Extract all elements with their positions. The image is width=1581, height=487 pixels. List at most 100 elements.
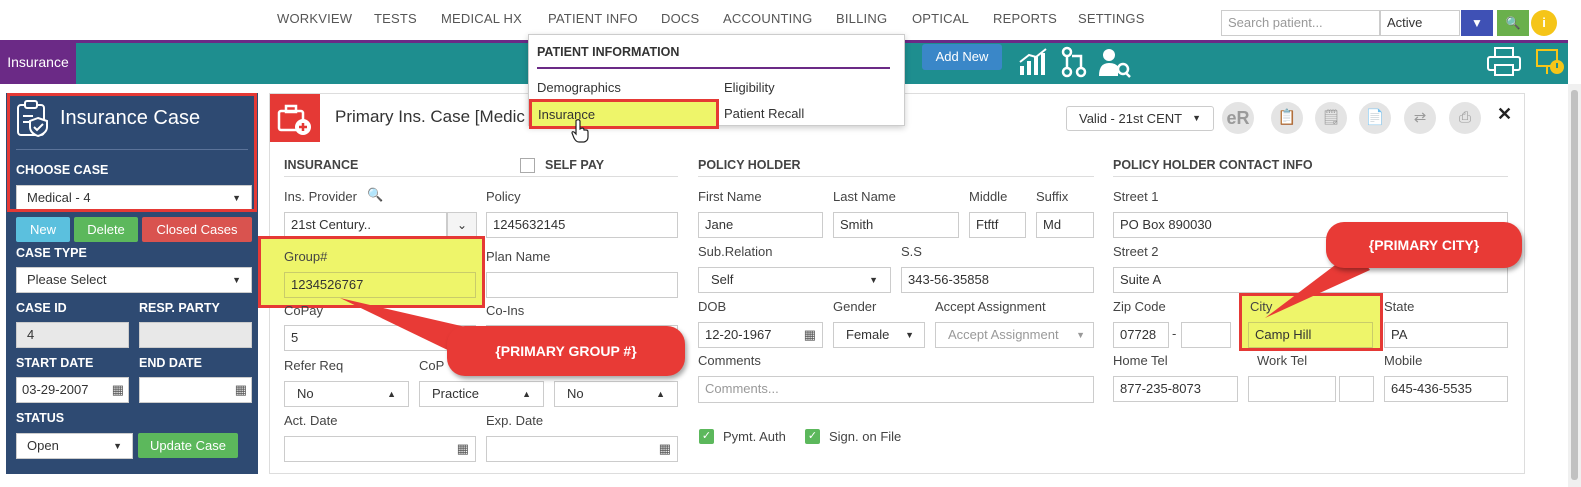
- close-icon[interactable]: ✕: [1497, 104, 1512, 125]
- accept-assignment-select[interactable]: Accept Assignment ▼: [935, 322, 1094, 348]
- status-dropdown-button[interactable]: ▼: [1461, 10, 1493, 36]
- branch-icon[interactable]: [1060, 46, 1088, 78]
- calendar-icon[interactable]: ▦: [659, 437, 671, 461]
- printer-icon[interactable]: [1486, 46, 1522, 78]
- info-icon[interactable]: i: [1531, 10, 1557, 36]
- search-icon[interactable]: 🔍: [367, 187, 383, 203]
- comments-textarea[interactable]: Comments...: [698, 376, 1094, 403]
- status-select[interactable]: Open ▼: [16, 433, 133, 459]
- add-new-button[interactable]: Add New: [922, 44, 1002, 70]
- state-field[interactable]: PA: [1384, 322, 1508, 348]
- first-name-field[interactable]: Jane: [698, 212, 823, 238]
- notepad-icon[interactable]: 🗒: [1315, 102, 1347, 134]
- middle-field[interactable]: Ftftf: [969, 212, 1026, 238]
- ins-provider-field[interactable]: 21st Century..: [284, 212, 447, 238]
- zip-ext-field[interactable]: [1181, 322, 1231, 348]
- ss-label: S.S: [901, 244, 922, 259]
- zip-dash: -: [1172, 326, 1177, 341]
- eligibility-status-select[interactable]: Valid - 21st CENT ▼: [1066, 106, 1214, 131]
- status-label: STATUS: [16, 411, 65, 425]
- practice-select[interactable]: Practice ▲: [419, 381, 544, 407]
- delete-case-button[interactable]: Delete: [74, 217, 138, 242]
- mobile-field[interactable]: 645-436-5535: [1384, 376, 1508, 402]
- state-label: State: [1384, 299, 1415, 314]
- nav-workview[interactable]: WORKVIEW: [277, 11, 352, 26]
- insurance-tab[interactable]: Insurance: [0, 40, 76, 84]
- menu-item-demographics[interactable]: Demographics: [537, 80, 621, 95]
- primary-city-callout: {PRIMARY CITY}: [1326, 222, 1522, 268]
- nav-optical[interactable]: OPTICAL: [912, 11, 969, 26]
- print-icon[interactable]: ⎙: [1449, 102, 1481, 134]
- ss-field[interactable]: 343-56-35858: [901, 267, 1094, 293]
- cop-no-value: No: [567, 386, 584, 401]
- menu-item-patient-recall[interactable]: Patient Recall: [724, 106, 804, 121]
- chart-icon[interactable]: [1017, 46, 1049, 78]
- policy-label: Policy: [486, 189, 521, 204]
- patient-search-input[interactable]: Search patient...: [1221, 10, 1380, 36]
- update-case-button[interactable]: Update Case: [138, 433, 238, 458]
- work-ext-field[interactable]: [1339, 376, 1374, 402]
- pymt-auth-checkbox[interactable]: ✓: [699, 429, 714, 444]
- case-type-select[interactable]: Please Select ▼: [16, 267, 252, 293]
- case-id-label: CASE ID: [16, 301, 67, 315]
- work-tel-field[interactable]: [1248, 376, 1336, 402]
- group-label: Group#: [284, 249, 328, 264]
- calendar-icon[interactable]: ▦: [112, 378, 124, 402]
- zip-code-field[interactable]: 07728: [1113, 322, 1169, 348]
- dob-input[interactable]: 12-20-1967 ▦: [698, 322, 823, 348]
- calendar-icon[interactable]: ▦: [804, 323, 816, 347]
- menu-item-eligibility[interactable]: Eligibility: [724, 80, 775, 95]
- nav-docs[interactable]: DOCS: [661, 11, 699, 26]
- suffix-field[interactable]: Md: [1036, 212, 1094, 238]
- nav-billing[interactable]: BILLING: [836, 11, 887, 26]
- nav-accounting[interactable]: ACCOUNTING: [723, 11, 812, 26]
- chevron-down-icon[interactable]: ⌄: [447, 212, 477, 238]
- gender-select[interactable]: Female ▼: [833, 322, 925, 348]
- cop-no-select[interactable]: No ▲: [554, 381, 678, 407]
- swap-icon[interactable]: ⇄: [1404, 102, 1436, 134]
- group-field[interactable]: 1234526767: [284, 272, 476, 298]
- scrollbar-thumb[interactable]: [1571, 90, 1578, 480]
- sign-on-file-checkbox[interactable]: ✓: [805, 429, 820, 444]
- refer-req-label: Refer Req: [284, 358, 344, 373]
- user-search-icon[interactable]: [1098, 46, 1132, 78]
- documents-icon[interactable]: 📄: [1359, 102, 1391, 134]
- new-case-button[interactable]: New: [16, 217, 70, 242]
- caret-down-icon: ▼: [1192, 113, 1201, 123]
- er-button[interactable]: eR: [1222, 102, 1254, 134]
- menu-item-insurance[interactable]: Insurance: [529, 99, 719, 129]
- gender-value: Female: [846, 327, 890, 342]
- clipboard-icon[interactable]: 📋: [1271, 102, 1303, 134]
- nav-tests[interactable]: TESTS: [374, 11, 417, 26]
- start-date-input[interactable]: 03-29-2007 ▦: [16, 377, 129, 403]
- end-date-input[interactable]: ▦: [139, 377, 252, 403]
- case-title: Primary Ins. Case [Medic: [335, 107, 525, 126]
- last-name-field[interactable]: Smith: [833, 212, 959, 238]
- calendar-icon[interactable]: ▦: [457, 437, 469, 461]
- sub-relation-select[interactable]: Self ▼: [698, 267, 891, 293]
- calendar-icon[interactable]: ▦: [235, 378, 247, 402]
- act-date-input[interactable]: ▦: [284, 436, 476, 462]
- refer-req-select[interactable]: No ▲: [284, 381, 409, 407]
- case-id-field: 4: [16, 322, 129, 348]
- accept-assignment-value: Accept Assignment: [948, 327, 1059, 342]
- alert-clock-icon[interactable]: [1534, 46, 1566, 78]
- search-button[interactable]: 🔍: [1497, 10, 1529, 36]
- sub-relation-value: Self: [711, 272, 734, 287]
- vertical-scrollbar[interactable]: [1568, 84, 1581, 487]
- nav-settings[interactable]: SETTINGS: [1078, 11, 1145, 26]
- caret-down-icon: ▼: [905, 330, 914, 340]
- nav-medical-hx[interactable]: MEDICAL HX: [441, 11, 522, 26]
- closed-cases-button[interactable]: Closed Cases: [142, 217, 252, 242]
- city-field[interactable]: Camp Hill: [1248, 322, 1373, 348]
- exp-date-input[interactable]: ▦: [486, 436, 678, 462]
- refer-req-value: No: [297, 386, 314, 401]
- plan-name-field[interactable]: [486, 272, 678, 298]
- home-tel-field[interactable]: 877-235-8073: [1113, 376, 1238, 402]
- patient-status-select[interactable]: Active: [1380, 10, 1460, 36]
- self-pay-checkbox[interactable]: [520, 158, 535, 173]
- policy-field[interactable]: 1245632145: [486, 212, 678, 238]
- case-header-badge: [270, 94, 320, 142]
- policy-holder-divider: [698, 176, 1094, 177]
- nav-reports[interactable]: REPORTS: [993, 11, 1057, 26]
